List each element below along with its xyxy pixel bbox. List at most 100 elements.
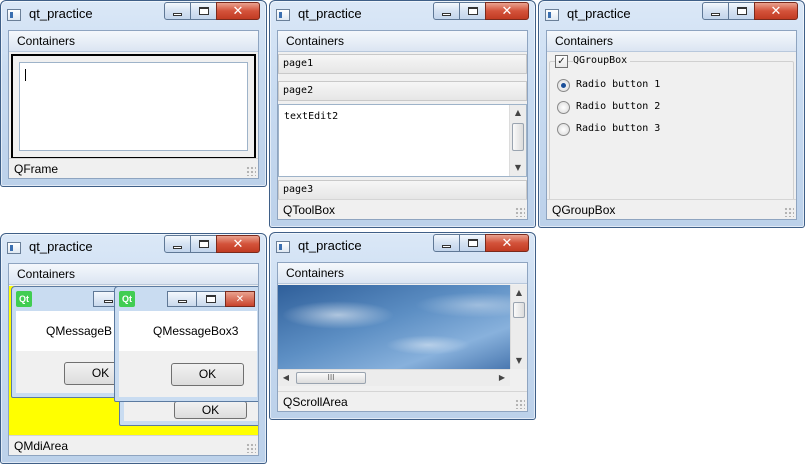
- text-edit-content: textEdit2: [284, 111, 339, 122]
- mdi-subwindow-front[interactable]: Qt ✕ QMessageBox3 OK: [114, 286, 258, 402]
- status-label: QMdiArea: [14, 439, 69, 453]
- groupbox-title: QGroupBox: [573, 55, 631, 66]
- close-icon: ✕: [235, 293, 245, 305]
- scroll-thumb[interactable]: [513, 302, 525, 318]
- toolbox-tab-label: page1: [283, 58, 314, 69]
- menu-containers[interactable]: Containers: [17, 34, 75, 48]
- horizontal-scrollbar[interactable]: ◀ III ▶: [278, 369, 510, 386]
- message-area: QMessageBox3: [119, 311, 257, 351]
- size-grip[interactable]: [246, 443, 256, 453]
- close-icon: ✕: [501, 3, 513, 19]
- status-label: QFrame: [14, 162, 59, 176]
- maximize-button[interactable]: [196, 291, 226, 307]
- menu-bar: Containers: [278, 263, 527, 284]
- subwindow-body: QMessageBox3 OK: [119, 311, 257, 397]
- size-grip[interactable]: [246, 166, 256, 176]
- scroll-up-icon[interactable]: ▲: [510, 105, 526, 121]
- size-grip[interactable]: [784, 207, 794, 217]
- qt-logo-icon: Qt: [119, 291, 135, 307]
- scroll-left-icon[interactable]: ◀: [278, 370, 294, 386]
- maximize-button[interactable]: [190, 235, 217, 253]
- title-bar[interactable]: qt_practice ✕: [270, 233, 535, 261]
- scroll-up-icon[interactable]: ▲: [511, 285, 527, 301]
- main-client-area: Containers ▲ ▼ ◀ III ▶ QScrollArea: [277, 262, 528, 412]
- maximize-icon: [467, 7, 478, 15]
- window-title: qt_practice: [29, 6, 93, 21]
- maximize-button[interactable]: [459, 234, 486, 252]
- window-qscrollarea: qt_practice ✕ Containers ▲ ▼ ◀ III ▶ QSc…: [269, 232, 536, 420]
- radio-button-3[interactable]: [557, 123, 570, 136]
- minimize-button[interactable]: [702, 2, 729, 20]
- title-bar[interactable]: qt_practice ✕: [539, 1, 804, 29]
- close-button[interactable]: ✕: [754, 2, 798, 20]
- minimize-icon: [177, 299, 187, 303]
- close-icon: ✕: [232, 3, 244, 19]
- scroll-right-icon[interactable]: ▶: [494, 370, 510, 386]
- window-qtoolbox: qt_practice ✕ Containers page1 page2 tex…: [269, 0, 536, 228]
- title-bar[interactable]: qt_practice ✕: [1, 1, 266, 29]
- size-grip[interactable]: [515, 399, 525, 409]
- minimize-button[interactable]: [167, 291, 197, 307]
- scroll-down-icon[interactable]: ▼: [511, 353, 527, 369]
- maximize-button[interactable]: [459, 2, 486, 20]
- toolbox-tab-label: page2: [283, 85, 314, 96]
- vertical-scrollbar[interactable]: ▲ ▼: [510, 285, 527, 369]
- menu-containers[interactable]: Containers: [17, 267, 75, 281]
- minimize-icon: [103, 299, 113, 303]
- toolbox-text-edit[interactable]: textEdit2 ▲ ▼: [278, 104, 527, 177]
- menu-containers[interactable]: Containers: [555, 34, 613, 48]
- menu-containers[interactable]: Containers: [286, 266, 344, 280]
- scroll-area-sky-image: [278, 285, 510, 369]
- window-title: qt_practice: [298, 238, 362, 253]
- radio-label-3: Radio button 3: [576, 123, 661, 134]
- mdi-area[interactable]: OK Qt QMessageB OK Qt ✕ QMessageBox3 OK: [9, 286, 258, 435]
- scroll-thumb[interactable]: III: [296, 372, 366, 384]
- ok-button[interactable]: OK: [171, 363, 244, 386]
- radio-button-1[interactable]: [557, 79, 570, 92]
- toolbox-tab-page3[interactable]: page3: [278, 180, 527, 200]
- close-button[interactable]: ✕: [485, 234, 529, 252]
- app-icon: [7, 242, 21, 254]
- close-button[interactable]: ✕: [216, 235, 260, 253]
- frame-text-edit[interactable]: [19, 62, 248, 151]
- main-client-area: Containers QFrame: [8, 30, 259, 179]
- groupbox-checkbox[interactable]: ✓: [555, 55, 568, 68]
- scroll-down-icon[interactable]: ▼: [510, 160, 526, 176]
- maximize-icon: [198, 240, 209, 248]
- maximize-button[interactable]: [190, 2, 217, 20]
- close-button[interactable]: ✕: [216, 2, 260, 20]
- size-grip[interactable]: [515, 207, 525, 217]
- close-button[interactable]: ✕: [485, 2, 529, 20]
- app-icon: [7, 9, 21, 21]
- menu-bar: Containers: [9, 31, 258, 52]
- close-icon: ✕: [232, 236, 244, 252]
- ok-button[interactable]: OK: [174, 401, 247, 419]
- qt-logo-icon: Qt: [16, 291, 32, 307]
- minimize-button[interactable]: [164, 2, 191, 20]
- title-bar[interactable]: qt_practice ✕: [270, 1, 535, 29]
- scroll-thumb[interactable]: [512, 123, 524, 151]
- vertical-scrollbar[interactable]: ▲ ▼: [509, 105, 526, 176]
- toolbox-tab-page2[interactable]: page2: [278, 81, 527, 101]
- minimize-button[interactable]: [433, 234, 460, 252]
- maximize-icon: [198, 7, 209, 15]
- message-text: QMessageBox3: [153, 324, 239, 338]
- status-bar: QScrollArea: [278, 391, 527, 411]
- minimize-button[interactable]: [433, 2, 460, 20]
- toolbox-tab-page1[interactable]: page1: [278, 54, 527, 74]
- minimize-icon: [442, 12, 451, 16]
- status-label: QToolBox: [283, 203, 336, 217]
- status-label: QScrollArea: [283, 395, 348, 409]
- app-icon: [276, 9, 290, 21]
- minimize-button[interactable]: [164, 235, 191, 253]
- minimize-icon: [173, 12, 182, 16]
- app-icon: [545, 9, 559, 21]
- check-icon: ✓: [557, 56, 566, 67]
- menu-containers[interactable]: Containers: [286, 34, 344, 48]
- close-icon: ✕: [770, 3, 782, 19]
- main-client-area: Containers OK Qt QMessageB OK Qt ✕ QMess…: [8, 263, 259, 456]
- maximize-button[interactable]: [728, 2, 755, 20]
- close-button[interactable]: ✕: [225, 291, 255, 307]
- title-bar[interactable]: qt_practice ✕: [1, 234, 266, 262]
- radio-button-2[interactable]: [557, 101, 570, 114]
